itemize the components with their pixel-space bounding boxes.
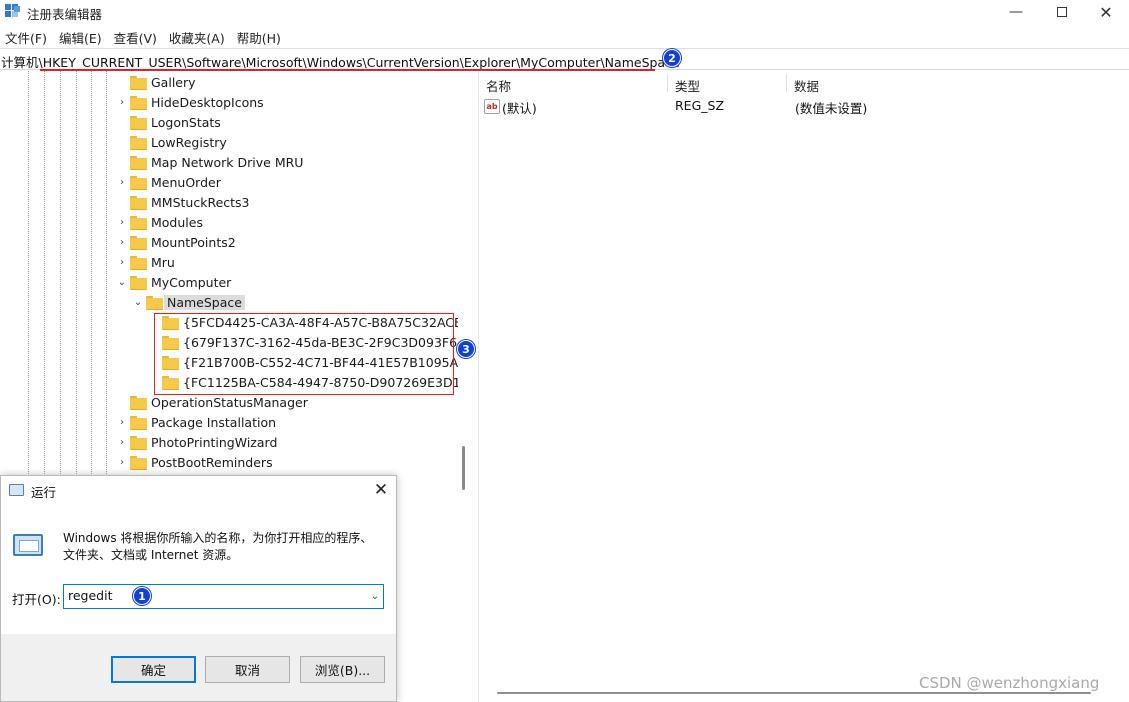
run-program-icon [13,534,43,556]
minimize-button[interactable]: — [993,0,1039,24]
chevron-right-icon[interactable]: › [116,257,128,268]
watermark: CSDN @wenzhongxiang [919,674,1100,692]
run-dialog-title-bar: 运行 ✕ [1,476,396,504]
namespace-annotation-box [154,313,454,395]
value-data: (数值未设置) [795,101,868,116]
menu-file[interactable]: 文件(F) [0,26,54,46]
tree-item[interactable]: ›Map Network Drive MRU [116,152,303,172]
chevron-right-icon[interactable]: › [116,417,128,428]
folder-icon [130,275,147,290]
tree-item[interactable]: ›LogonStats [116,112,221,132]
badge-3: 3 [457,340,475,358]
tree-item[interactable]: › Modules [116,212,203,232]
folder-icon [130,155,147,170]
title-bar: 注册表编辑器 — ✕ [0,0,1129,24]
open-input-value[interactable]: regedit [68,588,113,603]
chevron-right-icon[interactable]: › [116,97,128,108]
tree-item[interactable]: › PostBootReminders [116,452,273,472]
tree-scrollbar[interactable] [462,446,465,490]
cancel-button[interactable]: 取消 [205,656,290,683]
ok-button[interactable]: 确定 [111,656,196,683]
tree-item[interactable]: › Package Installation [116,412,276,432]
chevron-right-icon[interactable]: › [116,217,128,228]
tree-item[interactable]: ⌄ MyComputer [116,272,231,292]
address-bar[interactable]: 计算机\HKEY_CURRENT_USER\Software\Microsoft… [0,48,1129,71]
folder-icon [130,175,147,190]
run-close-button[interactable]: ✕ [367,479,395,501]
tree-item[interactable]: › HideDesktopIcons [116,92,264,112]
folder-icon [130,95,147,110]
column-header-name[interactable]: 名称 [486,76,511,95]
browse-button[interactable]: 浏览(B)... [300,656,385,683]
chevron-right-icon[interactable]: › [116,437,128,448]
tree-item[interactable]: › MenuOrder [116,172,221,192]
chevron-down-icon[interactable]: ⌄ [132,297,144,308]
chevron-right-icon[interactable]: › [116,237,128,248]
badge-2: 2 [663,49,681,67]
run-icon [9,484,24,496]
folder-icon [130,255,147,270]
folder-icon [130,235,147,250]
run-dialog-title: 运行 [31,485,57,500]
minimize-icon: — [1009,4,1023,20]
folder-icon [130,395,147,410]
horizontal-scrollbar[interactable] [497,692,1091,694]
close-button[interactable]: ✕ [1083,0,1129,24]
tree-item[interactable]: ›OperationStatusManager [116,392,308,412]
folder-icon [130,115,147,130]
column-header-data[interactable]: 数据 [794,76,819,95]
run-dialog-body: Windows 将根据你所输入的名称，为你打开相应的程序、文件夹、文档或 Int… [1,504,396,634]
column-divider[interactable] [786,74,787,92]
open-input[interactable]: regedit ⌄ [63,584,384,609]
chevron-down-icon[interactable]: ⌄ [367,587,383,606]
tree-item[interactable]: ›LowRegistry [116,132,227,152]
folder-icon [130,435,147,450]
folder-icon [130,75,147,90]
chevron-down-icon[interactable]: ⌄ [116,277,128,288]
window-title: 注册表编辑器 [27,7,103,22]
tree-item-namespace[interactable]: ⌄ NameSpace [132,292,245,312]
folder-icon [130,455,147,470]
open-label: 打开(O): [12,592,61,607]
maximize-icon [1057,7,1067,17]
menu-view[interactable]: 查看(V) [109,26,164,46]
folder-open-icon [146,295,163,310]
run-dialog: 运行 ✕ Windows 将根据你所输入的名称，为你打开相应的程序、文件夹、文档… [0,475,397,702]
close-icon: ✕ [373,480,389,500]
run-description: Windows 将根据你所输入的名称，为你打开相应的程序、文件夹、文档或 Int… [63,531,373,562]
tree-item[interactable]: › Mru [116,252,175,272]
folder-icon [130,135,147,150]
menu-edit[interactable]: 编辑(E) [54,26,109,46]
string-value-icon: ab [484,99,500,114]
tree-item[interactable]: ›Gallery [116,72,196,92]
folder-icon [130,195,147,210]
tree-item[interactable]: ›MMStuckRects3 [116,192,250,212]
menu-help[interactable]: 帮助(H) [232,26,288,46]
chevron-right-icon[interactable]: › [116,457,128,468]
maximize-button[interactable] [1039,0,1085,24]
values-list[interactable]: 名称 类型 数据 ab (默认) REG_SZ (数值未设置) [479,71,1129,702]
menu-favorites[interactable]: 收藏夹(A) [164,26,232,46]
folder-icon [130,415,147,430]
column-header-type[interactable]: 类型 [675,76,700,95]
tree-item[interactable]: › PhotoPrintingWizard [116,432,277,452]
value-type: REG_SZ [675,98,725,113]
column-divider[interactable] [667,74,668,92]
badge-1: 1 [133,587,151,605]
registry-editor-icon [5,4,20,17]
chevron-right-icon[interactable]: › [116,177,128,188]
folder-icon [130,215,147,230]
value-name[interactable]: (默认) [502,98,537,117]
close-icon: ✕ [1099,2,1113,22]
menu-bar: 文件(F) 编辑(E) 查看(V) 收藏夹(A) 帮助(H) [0,26,288,46]
tree-item[interactable]: › MountPoints2 [116,232,236,252]
